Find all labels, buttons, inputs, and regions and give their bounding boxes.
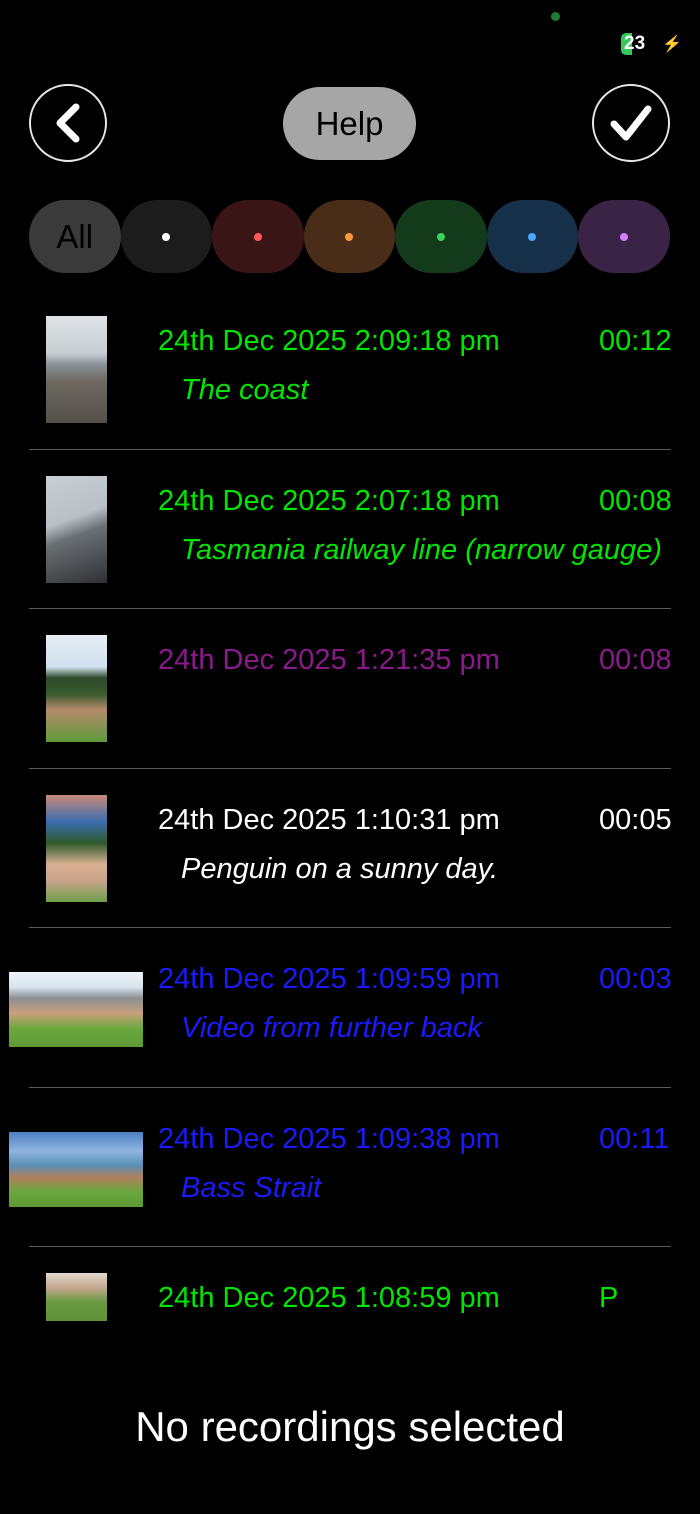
filter-blue-chip[interactable]	[486, 200, 578, 273]
privacy-indicator-dot	[551, 12, 560, 21]
chevron-left-icon	[56, 103, 80, 143]
recording-row[interactable]: 24th Dec 2025 1:09:59 pm 00:03 Video from …	[0, 928, 700, 1088]
recording-row[interactable]: 24th Dec 2025 2:09:18 pm 00:12 The coast	[0, 290, 700, 450]
recording-thumbnail[interactable]	[46, 794, 107, 902]
battery-percent: 23	[624, 33, 646, 54]
recording-thumbnail[interactable]	[46, 1273, 107, 1321]
filter-white-chip[interactable]	[120, 200, 212, 273]
recording-row[interactable]: 24th Dec 2025 1:10:31 pm 00:05 Penguin on …	[0, 769, 700, 928]
recording-duration: 00:12	[599, 325, 672, 357]
recording-duration: P	[599, 1282, 619, 1314]
recording-date: 24th Dec 2025 1:10:31 pm	[158, 803, 500, 836]
color-dot-icon	[253, 232, 262, 241]
recording-thumbnail[interactable]	[46, 635, 107, 742]
filter-purple-chip[interactable]	[578, 200, 670, 273]
recording-date: 24th Dec 2025 1:21:35 pm	[158, 644, 500, 676]
recording-note: Video from further back	[181, 1012, 482, 1044]
recording-note: The coast	[181, 374, 309, 406]
filter-orange-chip[interactable]	[303, 200, 395, 273]
recording-thumbnail[interactable]	[9, 1131, 143, 1207]
recording-duration: 00:08	[599, 484, 672, 517]
filter-all-chip[interactable]: All	[29, 200, 121, 273]
filter-label: All	[56, 217, 94, 255]
color-dot-icon	[162, 232, 171, 241]
recording-thumbnail[interactable]	[46, 316, 107, 423]
battery-indicator: 23 ⚡	[621, 33, 682, 55]
color-dot-icon	[436, 232, 445, 241]
selection-status: No recordings selected	[135, 1403, 565, 1450]
recording-note: Bass Strait	[181, 1171, 322, 1204]
recording-date: 24th Dec 2025 2:07:18 pm	[158, 484, 500, 517]
recordings-list: 24th Dec 2025 2:09:18 pm 00:12 The coast 24…	[0, 290, 700, 1407]
recording-date: 24th Dec 2025 1:08:59 pm	[158, 1282, 500, 1314]
recording-row[interactable]: 24th Dec 2025 1:21:35 pm 00:08	[0, 609, 700, 769]
recording-duration: 00:05	[599, 803, 672, 836]
done-button[interactable]	[592, 84, 670, 162]
filter-red-chip[interactable]	[212, 200, 304, 273]
recording-date: 24th Dec 2025 2:09:18 pm	[158, 325, 500, 357]
color-filter-bar: All	[29, 200, 670, 273]
recording-row[interactable]: 24th Dec 2025 1:09:38 pm 00:11 Bass Strait	[0, 1088, 700, 1247]
recording-note: Tasmania railway line (narrow gauge)	[181, 533, 662, 566]
recording-duration: 00:03	[599, 963, 672, 995]
charging-bolt-icon: ⚡	[662, 36, 682, 53]
color-dot-icon	[528, 232, 537, 241]
recording-row[interactable]: 24th Dec 2025 1:08:59 pm P	[0, 1247, 700, 1407]
checkmark-icon	[610, 105, 652, 141]
recording-date: 24th Dec 2025 1:09:59 pm	[158, 963, 500, 995]
recording-duration: 00:08	[599, 644, 672, 676]
recording-row[interactable]: 24th Dec 2025 2:07:18 pm 00:08 Tasmania ra…	[0, 450, 700, 609]
color-dot-icon	[345, 232, 354, 241]
recording-thumbnail[interactable]	[46, 475, 107, 583]
color-dot-icon	[619, 232, 628, 241]
filter-green-chip[interactable]	[395, 200, 487, 273]
help-button[interactable]: Help	[283, 87, 416, 160]
recording-note: Penguin on a sunny day.	[181, 852, 499, 885]
back-button[interactable]	[29, 84, 107, 162]
recording-thumbnail[interactable]	[9, 972, 143, 1047]
recording-date: 24th Dec 2025 1:09:38 pm	[158, 1122, 500, 1155]
recording-duration: 00:11	[599, 1122, 670, 1155]
